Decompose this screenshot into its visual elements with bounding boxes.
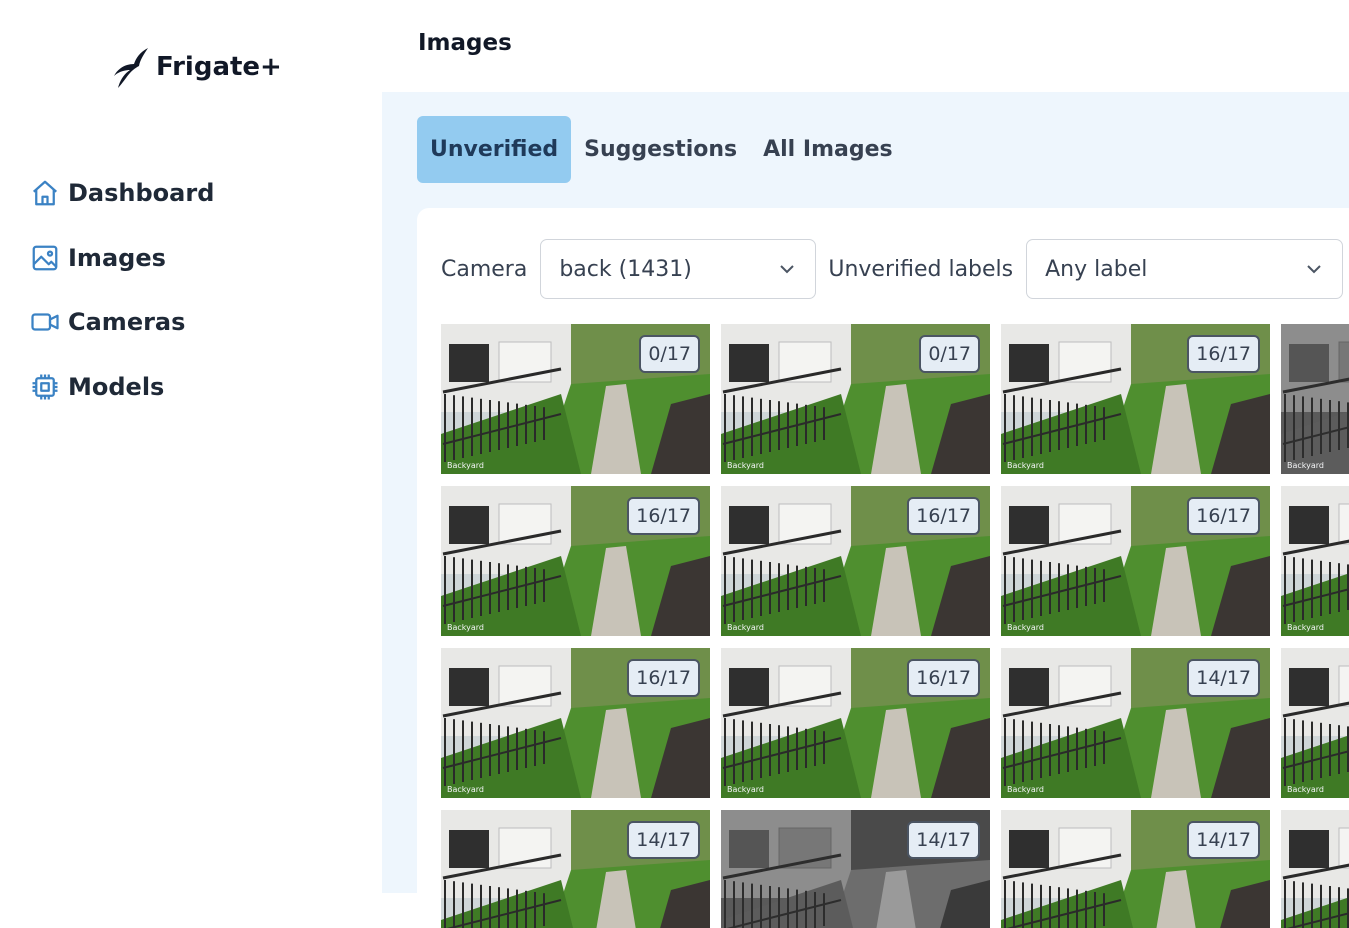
main-panel: Unverified Suggestions All Images Camera… — [382, 92, 1349, 928]
camera-snapshot — [1281, 486, 1349, 636]
image-thumbnail[interactable]: 16/17 Backyard — [721, 648, 990, 798]
verified-count-badge: 16/17 — [627, 497, 700, 535]
verified-count-badge: 14/17 — [1187, 659, 1260, 697]
page-title: Images — [418, 30, 512, 56]
image-thumbnail[interactable]: Backyard — [1281, 486, 1349, 636]
image-icon — [32, 245, 58, 270]
chip-icon — [32, 374, 58, 399]
camera-caption: Backyard — [1007, 461, 1044, 470]
tab-unverified[interactable]: Unverified — [417, 116, 572, 183]
brand-name: Frigate+ — [156, 52, 282, 82]
sidebar-item-models[interactable]: Models — [30, 366, 214, 408]
verified-count-badge: 16/17 — [1187, 497, 1260, 535]
sidebar-item-images[interactable]: Images — [30, 237, 214, 279]
image-thumbnail[interactable]: Backyard — [1281, 648, 1349, 798]
camera-caption: Backyard — [727, 461, 764, 470]
image-thumbnail[interactable]: 16/17 Backyard — [721, 486, 990, 636]
camera-caption: Backyard — [727, 623, 764, 632]
verified-count-badge: 14/17 — [1187, 821, 1260, 859]
verified-count-badge: 14/17 — [627, 821, 700, 859]
sidebar-item-label: Images — [68, 243, 166, 272]
camera-caption: Backyard — [1007, 623, 1044, 632]
image-thumbnail[interactable]: 14/17 — [721, 810, 990, 928]
video-icon — [31, 313, 59, 331]
verified-count-badge: 16/17 — [907, 659, 980, 697]
image-thumbnail[interactable] — [1281, 810, 1349, 928]
camera-caption: Backyard — [447, 461, 484, 470]
image-thumbnail[interactable]: 16/17 Backyard — [441, 648, 710, 798]
sidebar-nav: Dashboard Images Cameras Models — [30, 172, 214, 430]
camera-select[interactable]: back (1431) — [540, 239, 817, 299]
sidebar-item-dashboard[interactable]: Dashboard — [30, 172, 214, 214]
tab-bar: Unverified Suggestions All Images — [417, 116, 906, 183]
image-thumbnail[interactable]: 14/17 Backyard — [1001, 648, 1270, 798]
image-thumbnail[interactable]: 16/17 Backyard — [1001, 324, 1270, 474]
camera-select-value: back (1431) — [559, 256, 692, 282]
image-thumbnail[interactable]: 14/17 — [1001, 810, 1270, 928]
verified-count-badge: 16/17 — [907, 497, 980, 535]
image-thumbnail[interactable]: 0/17 Backyard — [441, 324, 710, 474]
labels-filter-label: Unverified labels — [828, 256, 1014, 282]
home-icon — [33, 180, 57, 206]
tab-all-images[interactable]: All Images — [750, 116, 906, 183]
labels-select[interactable]: Any label — [1026, 239, 1344, 299]
camera-snapshot — [1281, 324, 1349, 474]
camera-filter-label: Camera — [441, 256, 528, 282]
sidebar-item-cameras[interactable]: Cameras — [30, 301, 214, 343]
sidebar: Frigate+ Dashboard Images Cameras Models — [0, 0, 382, 893]
image-thumbnail[interactable]: 16/17 Backyard — [1001, 486, 1270, 636]
image-thumbnail[interactable]: 0/17 Backyard — [721, 324, 990, 474]
sidebar-item-label: Cameras — [68, 308, 186, 336]
camera-snapshot — [1281, 648, 1349, 798]
labels-select-value: Any label — [1045, 256, 1148, 282]
camera-caption: Backyard — [447, 785, 484, 794]
verified-count-badge: 0/17 — [639, 335, 700, 373]
verified-count-badge: 16/17 — [627, 659, 700, 697]
image-thumbnail[interactable]: 14/17 — [441, 810, 710, 928]
filter-bar: Camera back (1431) Unverified labels Any… — [441, 238, 1349, 300]
tab-suggestions[interactable]: Suggestions — [571, 116, 750, 183]
verified-count-badge: 14/17 — [907, 821, 980, 859]
chevron-down-icon — [780, 265, 795, 274]
sidebar-item-label: Dashboard — [68, 179, 215, 207]
image-thumbnail[interactable]: 16/17 Backyard — [441, 486, 710, 636]
brand[interactable]: Frigate+ — [110, 44, 282, 90]
camera-caption: Backyard — [1007, 785, 1044, 794]
image-thumbnail[interactable]: Backyard — [1281, 324, 1349, 474]
frigate-bird-icon — [114, 48, 148, 88]
chevron-down-icon — [1307, 265, 1321, 274]
verified-count-badge: 0/17 — [919, 335, 980, 373]
images-card: Camera back (1431) Unverified labels Any… — [417, 208, 1349, 928]
camera-caption: Backyard — [1287, 461, 1324, 470]
camera-snapshot — [1281, 810, 1349, 928]
camera-caption: Backyard — [1287, 785, 1324, 794]
camera-caption: Backyard — [447, 623, 484, 632]
camera-caption: Backyard — [1287, 623, 1324, 632]
verified-count-badge: 16/17 — [1187, 335, 1260, 373]
sidebar-item-label: Models — [68, 372, 165, 401]
camera-caption: Backyard — [727, 785, 764, 794]
